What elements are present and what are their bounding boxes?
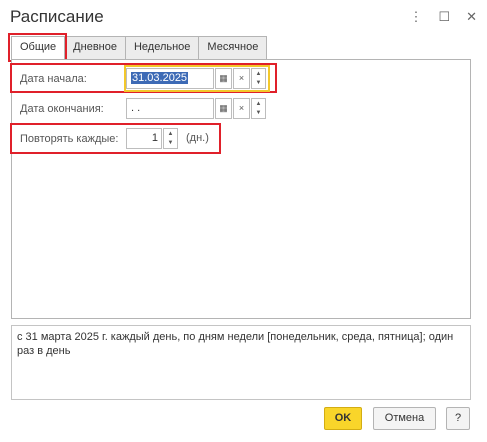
help-button[interactable]: ? <box>446 407 470 430</box>
ok-button[interactable]: OK <box>324 407 362 430</box>
tab-daily[interactable]: Дневное <box>65 36 126 59</box>
end-date-label: Дата окончания: <box>20 103 104 115</box>
tab-monthly[interactable]: Месячное <box>199 36 268 59</box>
schedule-description: с 31 марта 2025 г. каждый день, по дням … <box>11 325 471 400</box>
maximize-icon[interactable]: ☐ <box>438 9 450 25</box>
cancel-button[interactable]: Отмена <box>373 407 436 430</box>
spin-up-icon[interactable]: ▲ <box>256 101 262 107</box>
spin-down-icon[interactable]: ▼ <box>256 110 262 116</box>
tab-weekly[interactable]: Недельное <box>125 36 200 59</box>
end-date-calendar-button[interactable]: ▦ <box>215 98 232 119</box>
tab-highlight-box <box>8 33 67 62</box>
window-title: Расписание <box>10 7 104 26</box>
repeat-highlight-box <box>10 123 221 154</box>
more-icon[interactable]: ⋮ <box>409 9 422 25</box>
start-date-focus-ring <box>124 65 270 92</box>
general-panel: Дата начала: 31.03.2025 ▦ × ▲ ▼ Дата окон… <box>10 59 471 319</box>
end-date-input[interactable]: . . <box>126 98 214 119</box>
end-date-clear-button[interactable]: × <box>233 98 250 119</box>
close-icon[interactable]: ✕ <box>466 9 477 25</box>
end-date-spinner[interactable]: ▲ ▼ <box>251 98 266 119</box>
